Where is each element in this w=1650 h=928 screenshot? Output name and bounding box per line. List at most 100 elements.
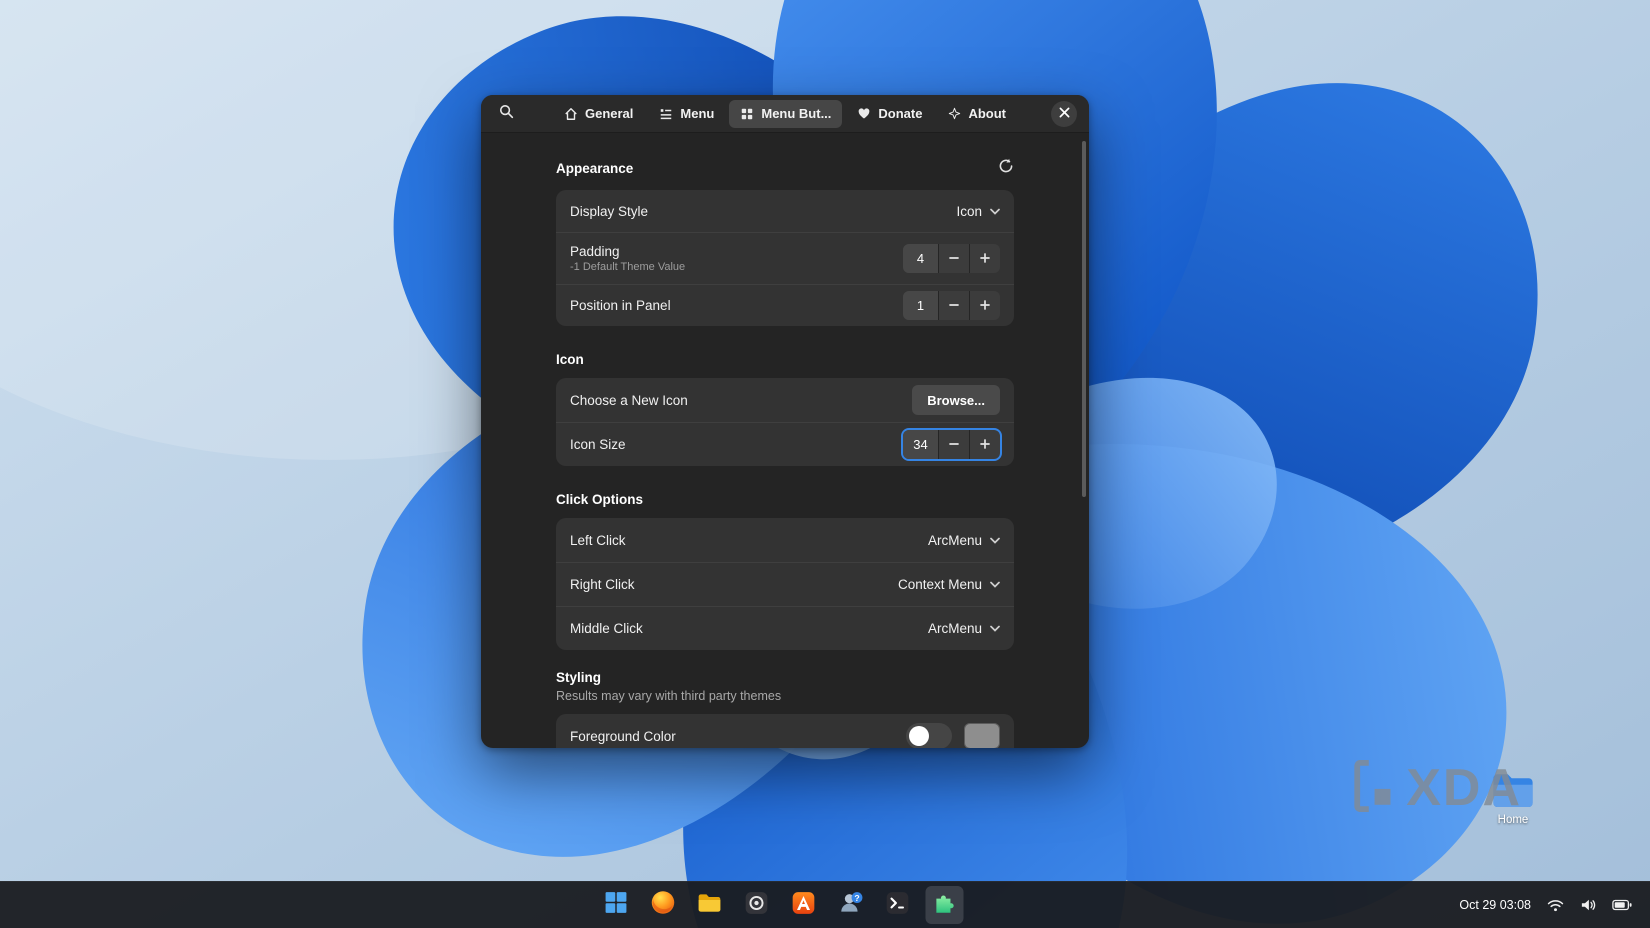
search-button[interactable] — [493, 101, 519, 127]
click-options-section-title: Click Options — [556, 492, 1014, 507]
search-icon — [499, 104, 514, 124]
svg-text:?: ? — [855, 892, 860, 902]
icon-size-decrement-button[interactable] — [938, 430, 969, 459]
windows-start-icon — [603, 890, 628, 920]
help-button[interactable]: ? — [832, 886, 870, 924]
styling-section-subtitle: Results may vary with third party themes — [556, 689, 1014, 703]
padding-subtitle: -1 Default Theme Value — [570, 261, 685, 273]
dialog-headerbar: General Menu Menu But... Donate — [481, 95, 1089, 133]
foreground-color-toggle[interactable] — [906, 723, 952, 748]
choose-new-icon-row: Choose a New Icon Browse... — [556, 378, 1014, 422]
camera-lens-icon — [744, 890, 770, 921]
browse-button[interactable]: Browse... — [912, 385, 1000, 415]
styling-card: Foreground Color — [556, 714, 1014, 748]
padding-decrement-button[interactable] — [938, 244, 969, 273]
firefox-icon — [649, 889, 676, 921]
middle-click-row[interactable]: Middle Click ArcMenu — [556, 606, 1014, 650]
dialog-scrollbar[interactable] — [1082, 141, 1086, 497]
terminal-button[interactable] — [879, 886, 917, 924]
heart-icon — [857, 107, 871, 121]
files-button[interactable] — [691, 886, 729, 924]
icon-size-row: Icon Size — [556, 422, 1014, 466]
tab-menu[interactable]: Menu — [648, 100, 725, 128]
settings-content: Appearance Display Style Icon Paddin — [481, 133, 1089, 748]
battery-icon[interactable] — [1612, 899, 1632, 911]
arcmenu-settings-dialog: General Menu Menu But... Donate — [481, 95, 1089, 748]
reset-appearance-button[interactable] — [998, 158, 1014, 179]
padding-increment-button[interactable] — [969, 244, 1000, 273]
left-click-value: ArcMenu — [928, 533, 982, 548]
puzzle-piece-icon — [932, 890, 958, 921]
icon-size-increment-button[interactable] — [969, 430, 1000, 459]
tab-menu-button[interactable]: Menu But... — [729, 100, 842, 128]
icon-card: Choose a New Icon Browse... Icon Size — [556, 378, 1014, 466]
tab-about-label: About — [968, 106, 1006, 121]
left-click-dropdown[interactable]: ArcMenu — [928, 533, 1000, 548]
display-style-dropdown[interactable]: Icon — [956, 204, 1000, 219]
position-spinbutton — [903, 291, 1000, 320]
terminal-icon — [885, 890, 911, 921]
menu-list-icon — [659, 107, 673, 121]
close-icon — [1059, 105, 1070, 123]
position-decrement-button[interactable] — [938, 291, 969, 320]
position-in-panel-row: Position in Panel — [556, 284, 1014, 326]
right-click-row[interactable]: Right Click Context Menu — [556, 562, 1014, 606]
sparkle-icon — [948, 107, 961, 120]
position-increment-button[interactable] — [969, 291, 1000, 320]
right-click-dropdown[interactable]: Context Menu — [898, 577, 1000, 592]
left-click-row[interactable]: Left Click ArcMenu — [556, 518, 1014, 562]
chevron-down-icon — [990, 581, 1000, 588]
chevron-down-icon — [990, 537, 1000, 544]
middle-click-value: ArcMenu — [928, 621, 982, 636]
icon-size-spinbutton — [903, 430, 1000, 459]
taskbar-tray: Oct 29 03:08 — [1441, 882, 1650, 928]
wifi-icon[interactable] — [1547, 899, 1564, 912]
right-click-label: Right Click — [570, 577, 635, 592]
menu-button-grid-icon — [740, 107, 754, 121]
tab-general[interactable]: General — [553, 100, 644, 128]
minus-icon — [949, 250, 959, 268]
display-style-row[interactable]: Display Style Icon — [556, 190, 1014, 232]
plus-icon — [980, 250, 990, 268]
middle-click-label: Middle Click — [570, 621, 643, 636]
software-center-icon — [791, 890, 817, 921]
tab-menu-button-label: Menu But... — [761, 106, 831, 121]
padding-spinbutton — [903, 244, 1000, 273]
foreground-color-swatch[interactable] — [964, 723, 1000, 748]
display-style-value: Icon — [956, 204, 982, 219]
screenshot-tool-button[interactable] — [738, 886, 776, 924]
extensions-button[interactable] — [926, 886, 964, 924]
firefox-button[interactable] — [644, 886, 682, 924]
tab-about[interactable]: About — [937, 100, 1017, 128]
tab-donate[interactable]: Donate — [846, 100, 933, 128]
minus-icon — [949, 436, 959, 454]
close-button[interactable] — [1051, 101, 1077, 127]
click-options-card: Left Click ArcMenu Right Click Context M… — [556, 518, 1014, 650]
appearance-card: Display Style Icon Padding -1 Default Th… — [556, 190, 1014, 326]
xda-watermark: XDA — [1354, 758, 1522, 818]
position-entry[interactable] — [903, 291, 938, 320]
right-click-value: Context Menu — [898, 577, 982, 592]
software-center-button[interactable] — [785, 886, 823, 924]
tab-menu-label: Menu — [680, 106, 714, 121]
tab-general-label: General — [585, 106, 633, 121]
taskbar-app-icons: ? — [597, 882, 964, 928]
minus-icon — [949, 297, 959, 315]
foreground-color-label: Foreground Color — [570, 729, 676, 744]
choose-new-icon-label: Choose a New Icon — [570, 393, 688, 408]
icon-size-entry[interactable] — [903, 430, 938, 459]
home-icon — [564, 107, 578, 121]
padding-entry[interactable] — [903, 244, 938, 273]
foreground-color-row: Foreground Color — [556, 714, 1014, 748]
chevron-down-icon — [990, 208, 1000, 215]
plus-icon — [980, 297, 990, 315]
taskbar: ? Oct 29 03:08 — [0, 881, 1650, 928]
middle-click-dropdown[interactable]: ArcMenu — [928, 621, 1000, 636]
help-person-icon: ? — [838, 890, 864, 921]
volume-icon[interactable] — [1580, 898, 1596, 912]
toggle-knob — [909, 726, 929, 746]
start-button[interactable] — [597, 886, 635, 924]
folder-icon — [697, 890, 723, 921]
clock[interactable]: Oct 29 03:08 — [1459, 898, 1531, 912]
icon-size-label: Icon Size — [570, 437, 626, 452]
